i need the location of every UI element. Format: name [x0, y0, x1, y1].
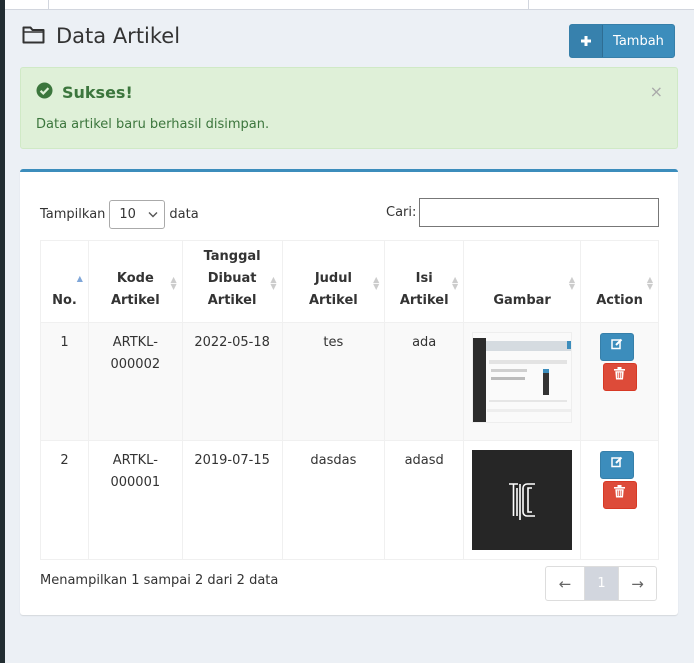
cell-kode: ARTKL- 000002 — [87, 322, 183, 441]
alert-message: Data artikel baru berhasil disimpan. — [36, 117, 270, 132]
edit-button[interactable] — [599, 451, 634, 479]
add-article-button[interactable]: Tambah — [569, 24, 675, 58]
table-info: Menampilkan 1 sampai 2 dari 2 data — [40, 573, 279, 588]
edit-button[interactable] — [599, 333, 634, 361]
sort-icon: ▲ ▼ — [568, 275, 576, 291]
column-header-tanggal[interactable]: Tanggal Dibuat Artikel ▲ ▼ — [181, 240, 283, 323]
column-header-isi[interactable]: Isi Artikel ▲ ▼ — [384, 240, 465, 323]
edit-icon — [610, 336, 623, 358]
column-header-gambar[interactable]: Gambar ▲ ▼ — [463, 240, 582, 323]
sort-icon: ▲ ▼ — [270, 275, 277, 291]
column-header-action[interactable]: Action ▲ ▼ — [580, 240, 659, 323]
trash-icon — [614, 366, 626, 388]
pagination: ← 1 → — [545, 566, 657, 601]
next-page-button[interactable]: → — [618, 567, 656, 600]
table-header-row: No. ▲ Kode Artikel ▲ ▼ Tanggal Dibuat Art… — [40, 240, 659, 323]
page-title-text: Data Artikel — [56, 24, 181, 48]
navbar-divider — [528, 0, 529, 10]
search-label: Cari: — [386, 205, 417, 220]
column-header-judul[interactable]: Judul Artikel ▲ ▼ — [281, 240, 386, 323]
cell-no: 1 — [40, 322, 89, 441]
sort-icon: ▲ ▼ — [373, 275, 380, 291]
edit-icon — [610, 454, 623, 476]
delete-button[interactable] — [602, 481, 637, 509]
sidebar-edge — [0, 0, 5, 663]
article-table-box: Tampilkan 10 data Cari: No. ▲ Kode Artik… — [20, 169, 678, 615]
alert-title: Sukses! — [62, 83, 133, 102]
cell-judul: tes — [281, 322, 386, 441]
cell-action — [580, 440, 659, 560]
column-header-no[interactable]: No. ▲ — [40, 240, 89, 323]
sort-icon: ▲ ▼ — [170, 275, 177, 291]
table-search: Cari: — [386, 198, 660, 227]
delete-button[interactable] — [602, 363, 637, 391]
cell-tanggal: 2022-05-18 — [181, 322, 283, 441]
cell-no: 2 — [40, 440, 89, 560]
add-button-label: Tambah — [613, 33, 664, 49]
page-length-value: 10 — [119, 207, 136, 222]
navbar-divider — [48, 0, 49, 10]
cell-tanggal: 2019-07-15 — [181, 440, 283, 560]
chevron-down-icon — [148, 207, 158, 222]
plus-icon — [570, 25, 603, 57]
article-thumbnail — [472, 332, 573, 423]
page-title: Data Artikel — [22, 24, 180, 48]
sort-asc-icon: ▲ — [76, 274, 83, 283]
cell-isi: adasd — [384, 440, 465, 560]
article-table: No. ▲ Kode Artikel ▲ ▼ Tanggal Dibuat Art… — [40, 240, 659, 560]
close-icon[interactable]: × — [650, 82, 663, 101]
page-length-select[interactable]: 10 — [109, 200, 166, 229]
show-label: Tampilkan — [40, 207, 106, 222]
top-navbar — [5, 0, 694, 10]
cell-judul: dasdas — [281, 440, 386, 560]
action-buttons — [585, 451, 654, 509]
folder-open-icon — [22, 24, 46, 48]
search-input[interactable] — [419, 198, 660, 227]
show-suffix-label: data — [169, 207, 199, 222]
page-length-control: Tampilkan 10 data — [40, 200, 199, 229]
table-row: 1 ARTKL- 000002 2022-05-18 tes ada — [40, 322, 659, 441]
check-circle-icon — [36, 82, 53, 103]
previous-page-button[interactable]: ← — [546, 567, 584, 600]
cell-gambar — [463, 322, 582, 441]
action-buttons — [585, 333, 654, 391]
cell-isi: ada — [384, 322, 465, 441]
alert-heading: Sukses! — [36, 82, 133, 103]
sort-icon: ▲ ▼ — [646, 275, 653, 291]
article-thumbnail — [472, 450, 573, 550]
cell-kode: ARTKL- 000001 — [87, 440, 183, 560]
sort-icon: ▲ ▼ — [451, 275, 459, 291]
cell-gambar — [463, 440, 582, 560]
page-button-1[interactable]: 1 — [584, 567, 618, 600]
cell-action — [580, 322, 659, 441]
column-header-kode[interactable]: Kode Artikel ▲ ▼ — [87, 240, 183, 323]
trash-icon — [614, 484, 626, 506]
success-alert: Sukses! Data artikel baru berhasil disim… — [20, 67, 678, 149]
table-row: 2 ARTKL- 000001 2019-07-15 dasdas adasd — [40, 440, 659, 560]
